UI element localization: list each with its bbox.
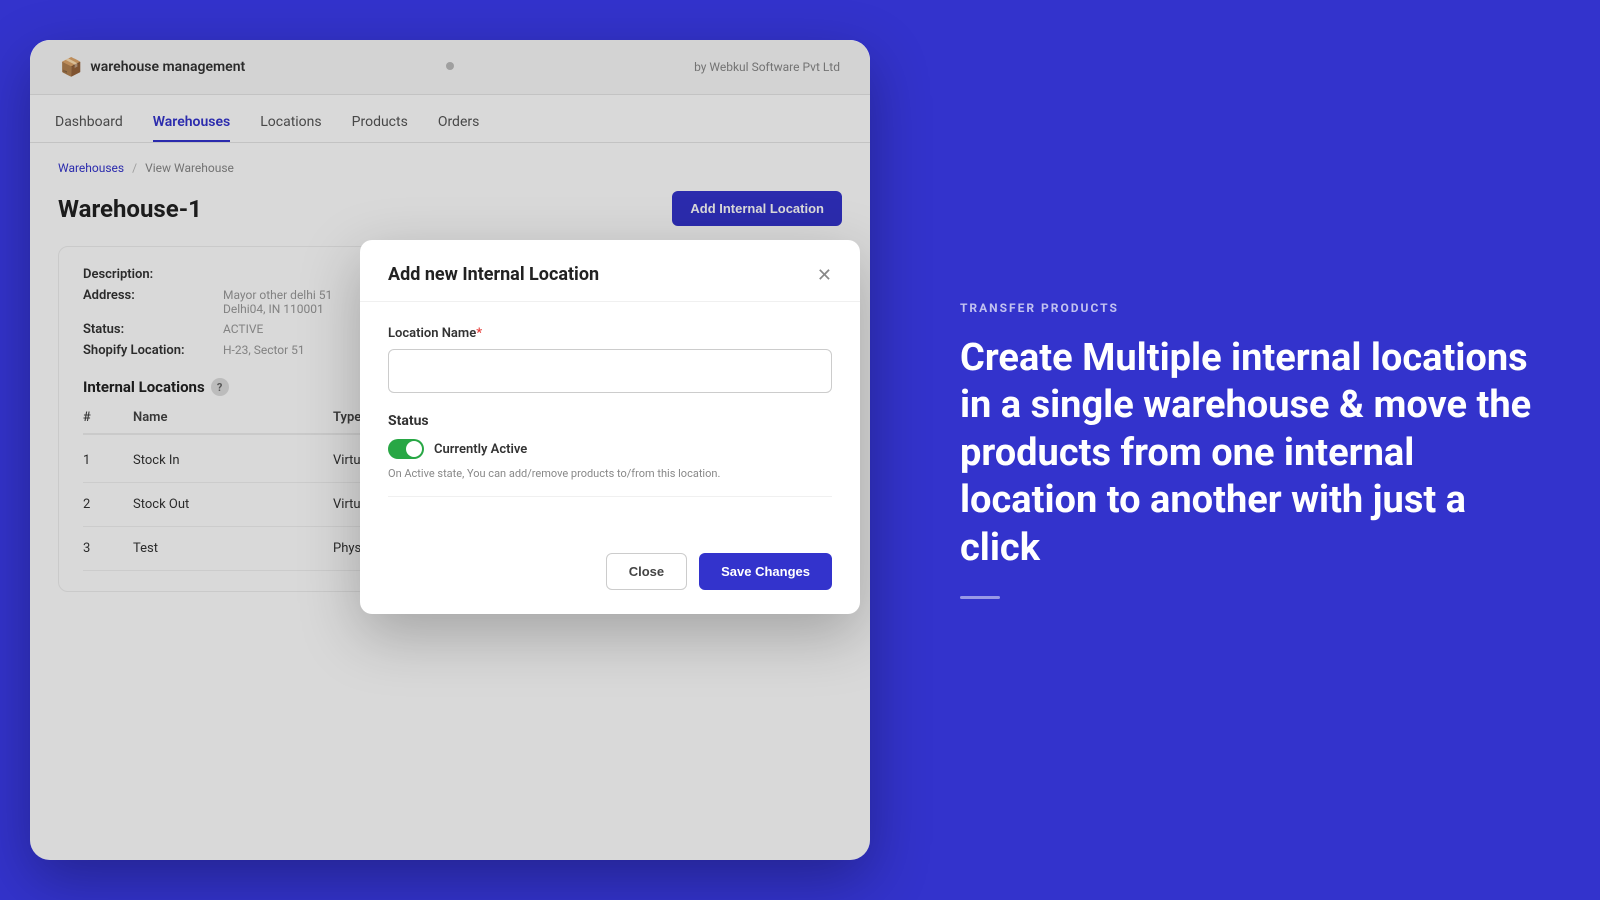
right-panel-label: TRANSFER PRODUCTS [960, 301, 1540, 315]
modal-footer: Close Save Changes [360, 537, 860, 614]
status-description: On Active state, You can add/remove prod… [388, 467, 832, 480]
modal-divider [388, 496, 832, 497]
modal: Add new Internal Location ✕ Location Nam… [360, 240, 860, 614]
app-card: 📦 warehouse management by Webkul Softwar… [30, 40, 870, 860]
required-indicator: * [476, 326, 482, 341]
modal-close-icon[interactable]: ✕ [817, 266, 832, 284]
left-panel: 📦 warehouse management by Webkul Softwar… [0, 0, 900, 900]
modal-body: Location Name* Status Currently Active O… [360, 302, 860, 537]
status-section-title: Status [388, 413, 832, 429]
close-button[interactable]: Close [606, 553, 687, 590]
status-row: Currently Active [388, 439, 832, 459]
location-name-input[interactable] [388, 349, 832, 393]
status-toggle[interactable] [388, 439, 424, 459]
right-panel-heading: Create Multiple internal locations in a … [960, 335, 1540, 573]
modal-overlay: Add new Internal Location ✕ Location Nam… [30, 40, 870, 860]
save-changes-button[interactable]: Save Changes [699, 553, 832, 590]
location-name-label: Location Name* [388, 326, 832, 341]
right-panel-divider [960, 596, 1000, 599]
modal-title: Add new Internal Location [388, 264, 599, 285]
right-panel: TRANSFER PRODUCTS Create Multiple intern… [900, 0, 1600, 900]
toggle-label: Currently Active [434, 442, 527, 457]
modal-header: Add new Internal Location ✕ [360, 240, 860, 302]
